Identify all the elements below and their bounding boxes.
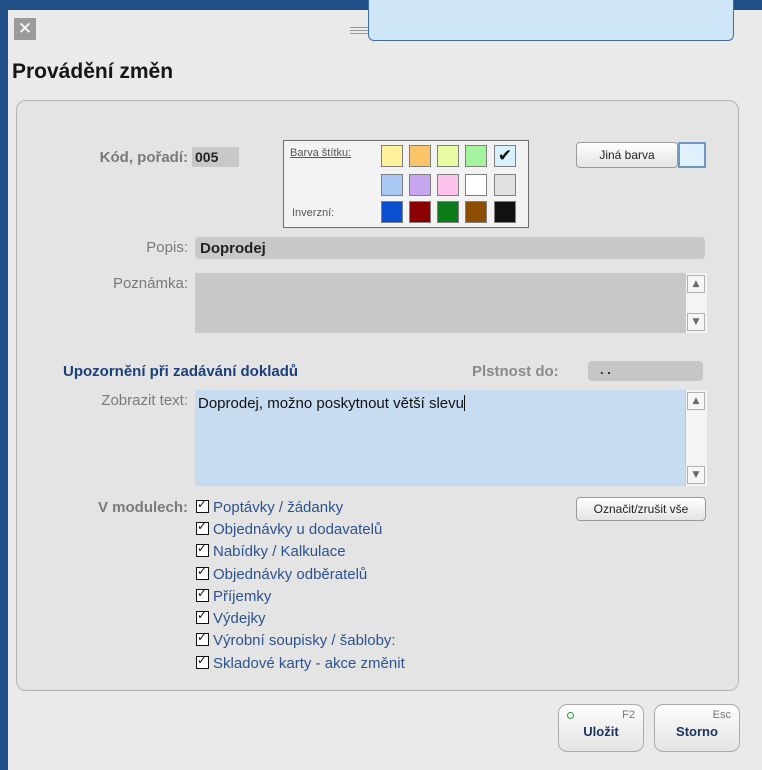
dialog-title: Provádění změn <box>12 60 174 83</box>
swatch-pink[interactable] <box>437 174 459 196</box>
save-label: Uložit <box>583 724 619 739</box>
checkmark-icon: ✔ <box>497 146 513 166</box>
close-icon[interactable]: ✕ <box>14 18 36 40</box>
module-checkbox[interactable]: Skladové karty - akce změnit <box>196 653 405 677</box>
checkbox-checked-icon[interactable] <box>196 653 209 669</box>
label-color-title: Barva štítku: <box>290 147 352 159</box>
zobrazit-scrollbar[interactable]: ▲ ▼ <box>685 390 707 486</box>
swatch-yellow[interactable] <box>381 145 403 167</box>
poznamka-label: Poznámka: <box>112 275 188 292</box>
checkbox-checked-icon[interactable] <box>196 519 209 535</box>
text-caret <box>463 395 465 411</box>
module-checkbox[interactable]: Poptávky / žádanky <box>196 497 343 521</box>
module-checkbox[interactable]: Výdejky <box>196 608 266 632</box>
swatch-selected[interactable]: ✔ <box>494 145 516 167</box>
scroll-up-icon[interactable]: ▲ <box>687 275 705 293</box>
swatch-white[interactable] <box>465 174 487 196</box>
label-color-picker: Barva štítku: Inverzní: <box>283 140 529 228</box>
checkbox-checked-icon[interactable] <box>196 497 209 513</box>
module-checkbox[interactable]: Příjemky <box>196 586 271 610</box>
poznamka-field[interactable] <box>195 273 707 333</box>
swatch-brown[interactable] <box>465 201 487 223</box>
save-button[interactable]: F2 Uložit <box>558 704 644 752</box>
swatch-green[interactable] <box>437 201 459 223</box>
plstnost-label: Plstnost do: <box>472 363 559 380</box>
inverse-label: Inverzní: <box>292 207 335 219</box>
color-preview <box>678 142 706 168</box>
toggle-all-button[interactable]: Označit/zrušit vše <box>576 497 706 521</box>
swatch-black[interactable] <box>494 201 516 223</box>
module-checkbox[interactable]: Výrobní soupisky / šabloby: <box>196 630 396 654</box>
zobrazit-label: Zobrazit text: <box>101 392 188 409</box>
module-checkbox[interactable]: Objednávky odběratelů <box>196 564 367 588</box>
poznamka-scrollbar[interactable]: ▲ ▼ <box>685 273 707 333</box>
save-indicator-icon <box>567 712 574 719</box>
scroll-down-icon[interactable]: ▼ <box>687 466 705 484</box>
checkbox-checked-icon[interactable] <box>196 586 209 602</box>
save-shortcut: F2 <box>622 709 635 721</box>
module-checkbox[interactable]: Nabídky / Kalkulace <box>196 541 346 565</box>
code-label: Kód, pořadí: <box>99 149 188 166</box>
cancel-label: Storno <box>676 724 718 739</box>
swatch-lavender[interactable] <box>409 174 431 196</box>
swatch-light-gray[interactable] <box>494 174 516 196</box>
checkbox-checked-icon[interactable] <box>196 564 209 580</box>
top-blue-panel <box>368 0 734 41</box>
other-color-button[interactable]: Jiná barva <box>576 142 678 168</box>
scroll-down-icon[interactable]: ▼ <box>687 313 705 331</box>
checkbox-checked-icon[interactable] <box>196 630 209 646</box>
warning-section-title: Upozornění při zadávání dokladů <box>63 363 299 380</box>
cancel-shortcut: Esc <box>712 709 731 721</box>
zobrazit-value: Doprodej, možno poskytnout větší slevu <box>198 395 465 412</box>
scroll-up-icon[interactable]: ▲ <box>687 392 705 410</box>
swatch-green-light[interactable] <box>465 145 487 167</box>
swatch-dark-red[interactable] <box>409 201 431 223</box>
swatch-orange[interactable] <box>409 145 431 167</box>
swatch-lime[interactable] <box>437 145 459 167</box>
modules-label: V modulech: <box>97 499 188 516</box>
popis-value: Doprodej <box>200 240 266 257</box>
cancel-button[interactable]: Esc Storno <box>654 704 740 752</box>
checkbox-checked-icon[interactable] <box>196 608 209 624</box>
popis-label: Popis: <box>146 239 188 256</box>
swatch-blue[interactable] <box>381 201 403 223</box>
popis-field[interactable] <box>195 237 705 259</box>
swatch-light-blue[interactable] <box>381 174 403 196</box>
module-checkbox[interactable]: Objednávky u dodavatelů <box>196 519 382 543</box>
checkbox-checked-icon[interactable] <box>196 541 209 557</box>
code-value[interactable]: 005 <box>192 147 239 167</box>
plstnost-field[interactable]: . . <box>588 361 703 381</box>
